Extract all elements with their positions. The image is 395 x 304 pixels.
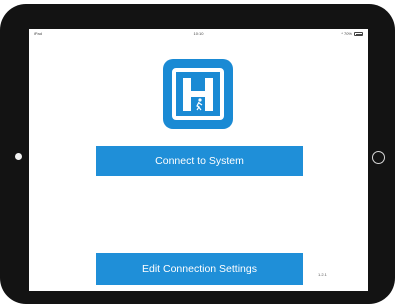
camera-icon bbox=[15, 153, 22, 160]
home-button[interactable] bbox=[372, 151, 385, 164]
ipad-device-frame: iPad 10:10 * 70% Connect to System Edit … bbox=[0, 4, 395, 304]
app-screen: iPad 10:10 * 70% Connect to System Edit … bbox=[29, 29, 368, 291]
connect-to-system-button[interactable]: Connect to System bbox=[96, 146, 303, 176]
battery-percent: * 70% bbox=[341, 31, 352, 36]
app-logo-icon bbox=[163, 59, 233, 129]
edit-connection-settings-button[interactable]: Edit Connection Settings bbox=[96, 253, 303, 285]
status-bar: iPad 10:10 * 70% bbox=[29, 29, 368, 39]
h-door-logo-icon bbox=[172, 68, 224, 120]
app-version-label: 1.2.1 bbox=[318, 272, 327, 277]
battery-icon bbox=[354, 32, 363, 36]
status-right-group: * 70% bbox=[341, 29, 363, 39]
status-time: 10:10 bbox=[193, 31, 204, 36]
